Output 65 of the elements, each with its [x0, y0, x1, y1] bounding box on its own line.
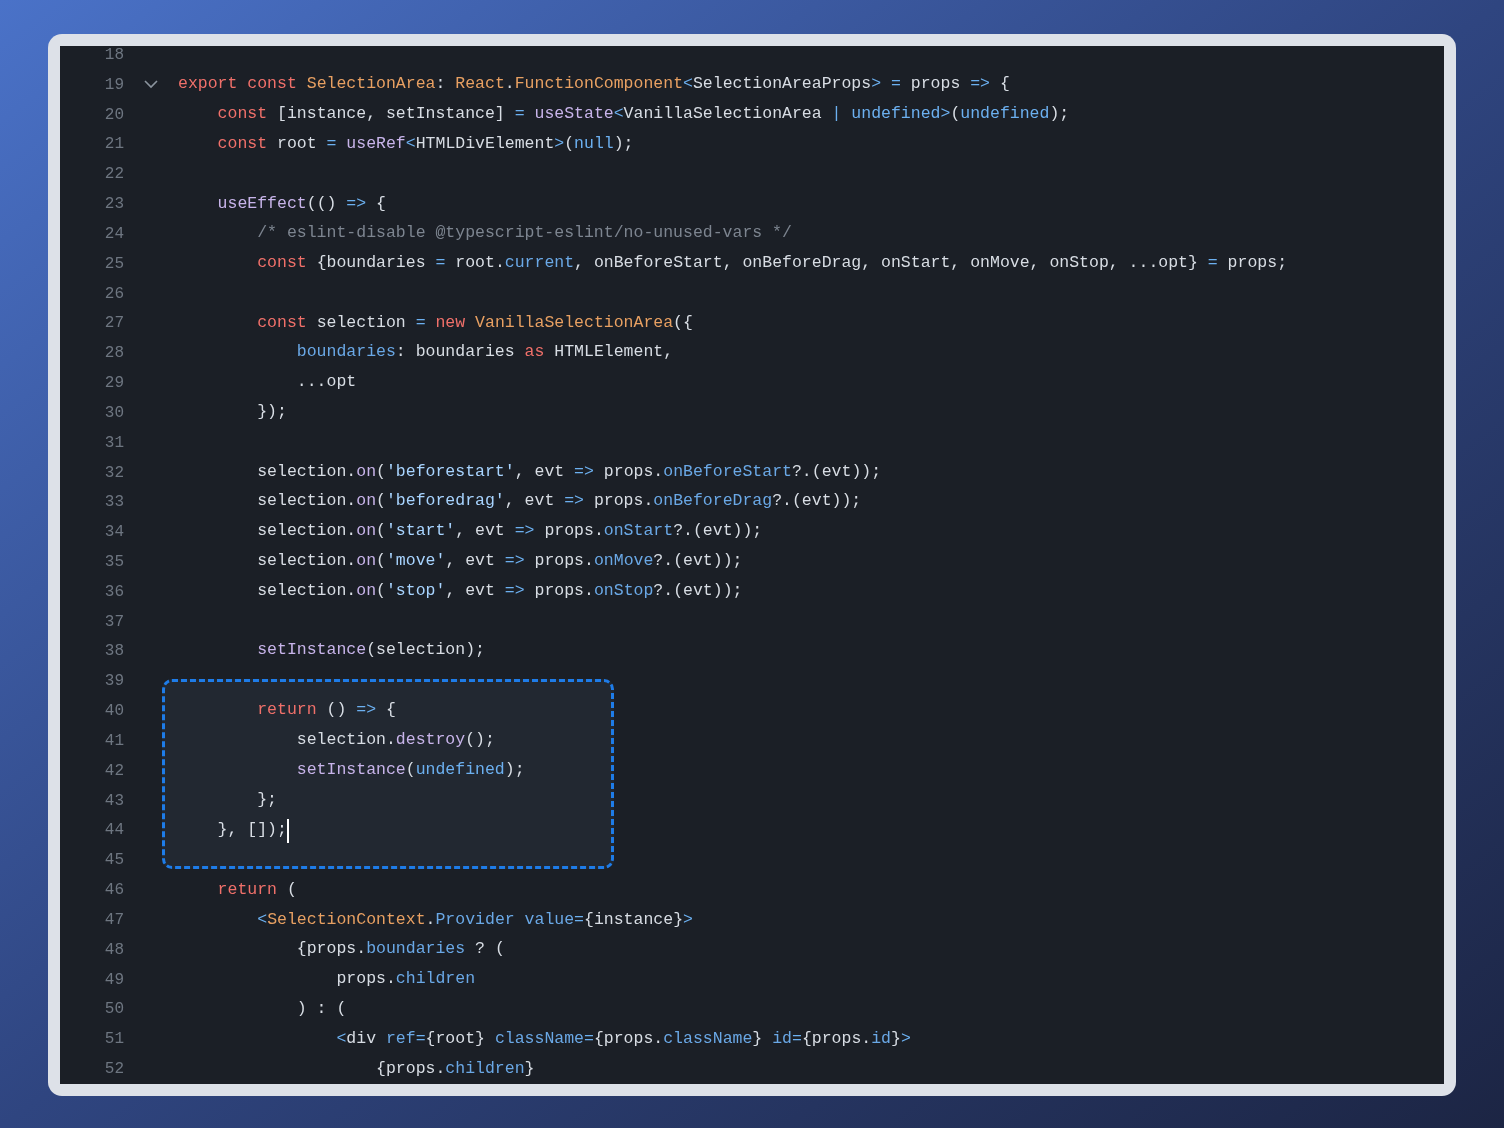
- code-line: export const SelectionArea: React.FunctionComponent<SelectionAreaProps> = props => {: [178, 73, 1010, 96]
- code-line: return () => {: [256, 699, 396, 722]
- line-number: 52: [104, 1059, 124, 1081]
- line-number: 18: [104, 46, 124, 66]
- code-line: }, []);: [216, 819, 287, 842]
- line-number: 43: [104, 790, 124, 812]
- text-cursor: [286, 818, 289, 843]
- line-number: 30: [104, 402, 124, 424]
- line-number: 45: [104, 850, 124, 872]
- code-line: selection.on('move', evt => props.onMove?.(evt));: [256, 550, 743, 573]
- code-line: return (: [216, 878, 297, 901]
- line-number: 19: [104, 74, 124, 96]
- line-number: 38: [104, 641, 124, 663]
- line-number: 29: [104, 373, 124, 394]
- line-number: 20: [104, 104, 124, 126]
- line-number: 31: [104, 432, 124, 454]
- code-line: {props.boundaries ? (: [295, 938, 505, 961]
- code-line: <div ref={root} className={props.className} id={props.id}>: [335, 1027, 911, 1050]
- code-line: boundaries: boundaries as HTMLElement,: [295, 341, 674, 364]
- line-number: 36: [104, 581, 124, 603]
- line-number: 46: [104, 880, 124, 902]
- line-number: 27: [104, 313, 124, 335]
- code-line: ) : (: [295, 998, 347, 1021]
- line-number: 34: [104, 522, 124, 544]
- line-number: 37: [104, 611, 124, 633]
- code-line: ...opt: [295, 371, 357, 394]
- code-line: selection.on('beforestart', evt => props.onBeforeStart?.(evt));: [256, 460, 882, 483]
- line-number: 51: [104, 1029, 124, 1051]
- code-line: setInstance(selection);: [256, 639, 485, 662]
- line-number: 32: [104, 462, 124, 484]
- line-number: 41: [104, 730, 124, 752]
- line-number: 44: [104, 820, 124, 842]
- code-line: <SelectionContext.Provider value={instance}>: [256, 908, 693, 931]
- line-number: 48: [104, 939, 124, 961]
- code-line: selection.on('stop', evt => props.onStop?.(evt));: [256, 579, 743, 602]
- line-number: 40: [104, 701, 124, 723]
- line-number: 47: [104, 909, 124, 931]
- code-line: const selection = new VanillaSelectionArea({: [256, 311, 693, 334]
- line-number: 26: [104, 283, 124, 305]
- code-line: useEffect(() => {: [216, 192, 386, 215]
- line-number: 50: [104, 999, 124, 1021]
- line-number: 39: [104, 671, 124, 693]
- code-line: const root = useRef<HTMLDivElement>(null);: [216, 132, 634, 155]
- line-number: 25: [104, 253, 124, 275]
- line-number: 49: [104, 969, 124, 991]
- line-number: 28: [104, 343, 124, 365]
- code-line: selection.destroy();: [295, 729, 495, 752]
- line-number: 42: [104, 760, 124, 782]
- code-line: });: [256, 401, 287, 424]
- code-line: const {boundaries = root.current, onBeforeStart, onBeforeDrag, onStart, onMove, onStop, ...opt} = props;: [256, 252, 1288, 275]
- line-number: 22: [104, 164, 124, 186]
- code-line: /* eslint-disable @typescript-eslint/no-unused-vars */: [256, 222, 792, 245]
- line-number: 35: [104, 552, 124, 573]
- code-line: selection.on('beforedrag', evt => props.onBeforeDrag?.(evt));: [256, 490, 862, 513]
- code-line: {props.children}: [375, 1057, 535, 1080]
- line-number: 23: [104, 194, 124, 216]
- line-number: 24: [104, 223, 124, 245]
- code-line: setInstance(undefined);: [295, 759, 525, 782]
- code-line: const [instance, setInstance] = useState<VanillaSelectionArea | undefined>(undefined);: [216, 103, 1070, 126]
- chevron-down-icon[interactable]: [144, 80, 158, 90]
- code-line: selection.on('start', evt => props.onStart?.(evt));: [256, 520, 763, 543]
- line-number: 33: [104, 492, 124, 514]
- line-number: 21: [104, 134, 124, 156]
- code-line: props.children: [335, 968, 476, 991]
- code-line: };: [256, 789, 278, 812]
